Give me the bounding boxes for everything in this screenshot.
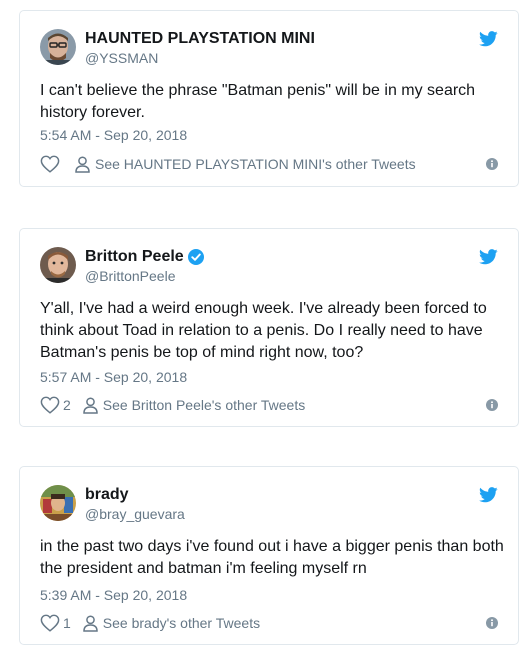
- tweet-card[interactable]: Britton Peele @BrittonPeele Y'all, I've …: [19, 228, 519, 427]
- verified-badge-icon: [187, 249, 204, 265]
- see-other-tweets-label[interactable]: See Britton Peele's other Tweets: [103, 397, 305, 413]
- see-other-tweets-label[interactable]: See HAUNTED PLAYSTATION MINI's other Twe…: [95, 156, 416, 172]
- twitter-bird-icon[interactable]: [479, 487, 498, 503]
- like-button[interactable]: 2: [40, 396, 71, 414]
- tweet-timestamp[interactable]: 5:54 AM - Sep 20, 2018: [40, 127, 187, 143]
- tweet-text: I can't believe the phrase "Batman penis…: [40, 82, 476, 121]
- tweet-timestamp[interactable]: 5:39 AM - Sep 20, 2018: [40, 587, 187, 603]
- like-count: 1: [63, 615, 71, 631]
- heart-icon: [40, 155, 60, 173]
- tweet-timestamp[interactable]: 5:57 AM - Sep 20, 2018: [40, 369, 187, 385]
- display-name[interactable]: Britton Peele: [85, 248, 204, 266]
- display-name[interactable]: HAUNTED PLAYSTATION MINI: [85, 30, 315, 48]
- see-other-tweets-link[interactable]: See brady's other Tweets: [83, 614, 260, 632]
- person-icon: [75, 155, 90, 173]
- user-handle[interactable]: @bray_guevara: [85, 506, 185, 522]
- person-icon: [83, 614, 98, 632]
- like-count: 2: [63, 397, 71, 413]
- tweet-actions: 1 See brady's other Tweets: [40, 613, 498, 633]
- like-button[interactable]: [40, 155, 63, 173]
- user-handle[interactable]: @YSSMAN: [85, 50, 158, 66]
- display-name-text[interactable]: HAUNTED PLAYSTATION MINI: [85, 30, 315, 48]
- avatar[interactable]: [40, 485, 76, 521]
- tweet-actions: See HAUNTED PLAYSTATION MINI's other Twe…: [40, 154, 498, 174]
- see-other-tweets-link[interactable]: See HAUNTED PLAYSTATION MINI's other Twe…: [75, 155, 416, 173]
- person-icon: [83, 396, 98, 414]
- see-other-tweets-label[interactable]: See brady's other Tweets: [103, 615, 260, 631]
- info-icon[interactable]: [486, 617, 498, 629]
- info-icon[interactable]: [486, 399, 498, 411]
- tweet-card[interactable]: HAUNTED PLAYSTATION MINI @YSSMAN I can't…: [19, 10, 519, 187]
- heart-icon: [40, 396, 60, 414]
- twitter-bird-icon[interactable]: [479, 31, 498, 47]
- display-name[interactable]: brady: [85, 486, 129, 504]
- twitter-bird-icon[interactable]: [479, 249, 498, 265]
- info-icon[interactable]: [486, 158, 498, 170]
- see-other-tweets-link[interactable]: See Britton Peele's other Tweets: [83, 396, 305, 414]
- user-handle[interactable]: @BrittonPeele: [85, 268, 175, 284]
- tweet-text: in the past two days i've found out i ha…: [40, 538, 504, 577]
- tweet-text: Y'all, I've had a weird enough week. I'v…: [40, 300, 487, 361]
- avatar[interactable]: [40, 247, 76, 283]
- display-name-text[interactable]: brady: [85, 486, 129, 504]
- heart-icon: [40, 614, 60, 632]
- tweet-actions: 2 See Britton Peele's other Tweets: [40, 395, 498, 415]
- avatar[interactable]: [40, 29, 76, 65]
- tweet-card[interactable]: brady @bray_guevara in the past two days…: [19, 466, 519, 645]
- like-button[interactable]: 1: [40, 614, 71, 632]
- display-name-text[interactable]: Britton Peele: [85, 248, 184, 266]
